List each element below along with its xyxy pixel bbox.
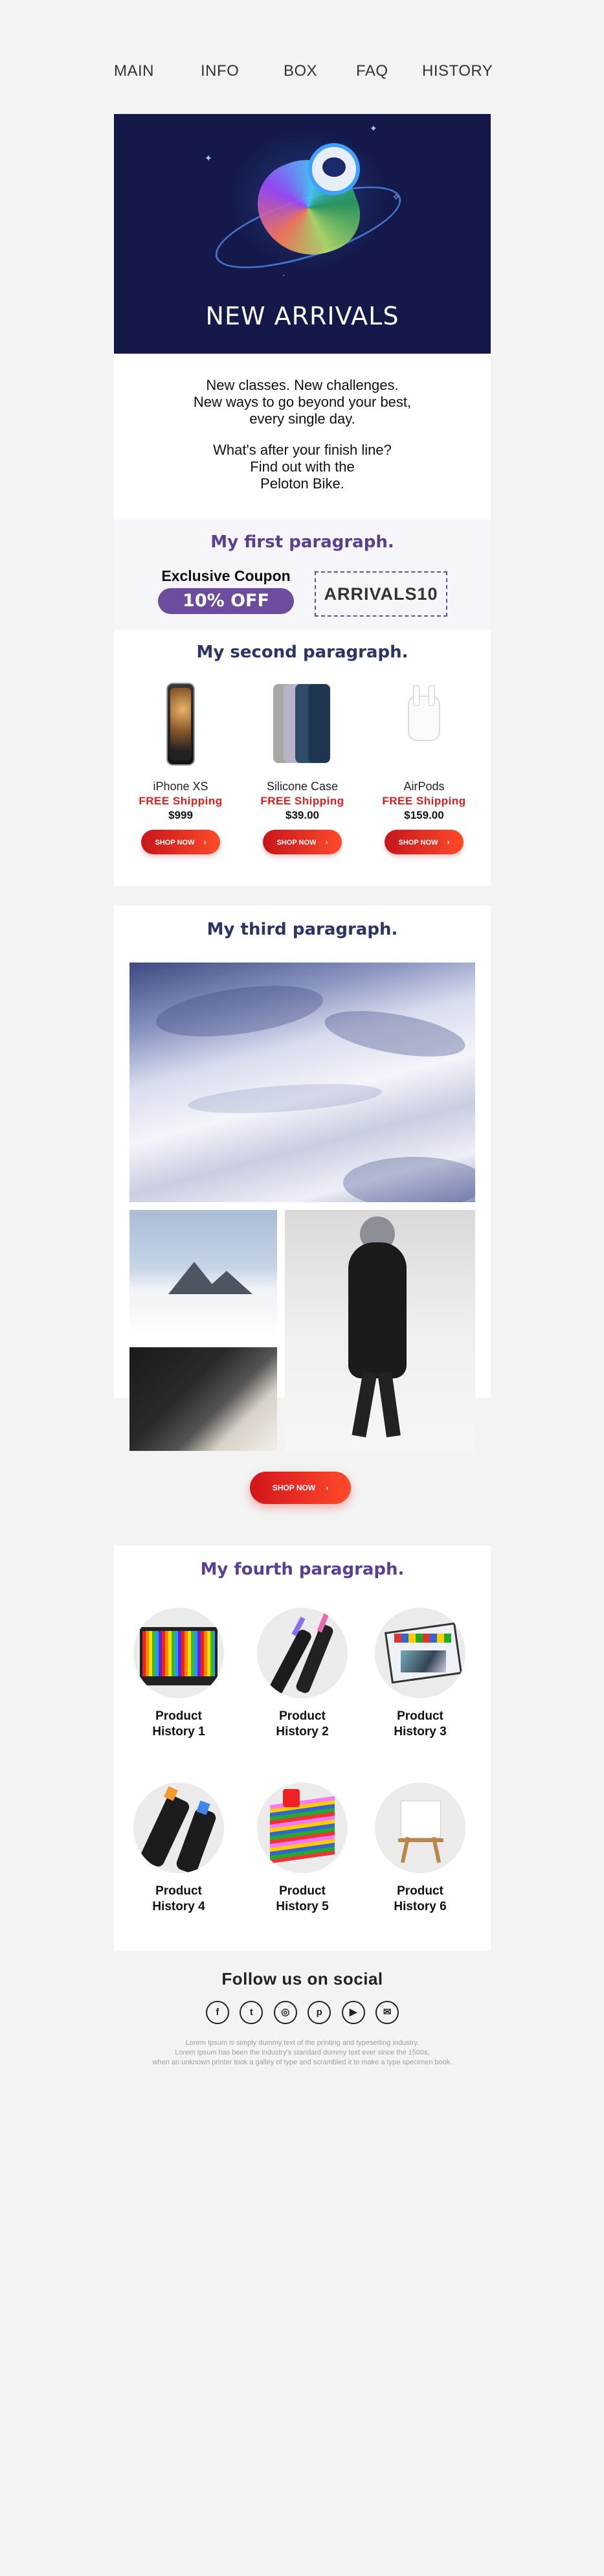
nav-history[interactable]: HISTORY: [422, 62, 493, 80]
mail-icon[interactable]: ✉: [375, 2001, 399, 2024]
product-price: $159.00: [404, 809, 444, 821]
intro-line: What's after your finish line?: [213, 442, 392, 458]
product-card: Silicone Case FREE Shipping $39.00 SHOP …: [244, 683, 361, 854]
product-shipping: FREE Shipping: [139, 795, 223, 807]
gallery-section: My third paragraph. SHOP NOW ›: [114, 906, 491, 1504]
twitter-icon[interactable]: t: [240, 2001, 263, 2024]
nav-main[interactable]: MAIN: [114, 62, 154, 80]
silicone-case-image[interactable]: [273, 683, 331, 766]
intro-line: every single day.: [249, 411, 355, 427]
coupon-section: My first paragraph. Exclusive Coupon 10%…: [114, 519, 491, 630]
section-title: My third paragraph.: [207, 920, 398, 939]
youtube-icon[interactable]: ▶: [341, 2001, 365, 2024]
intro-text: New classes. New challenges. New ways to…: [114, 354, 491, 519]
hero-banner[interactable]: ✦ ✦ ✧ · NEW ARRIVALS: [114, 114, 491, 354]
social-icons: f t ◎ p ▶ ✉: [114, 2001, 491, 2027]
history-label: History 1: [152, 1725, 205, 1738]
social-footer: Follow us on social f t ◎ p ▶ ✉ Lorem Ip…: [114, 1969, 491, 2068]
intro-line: Peloton Bike.: [260, 475, 344, 492]
star-icon: ·: [282, 269, 285, 280]
footer-text: Lorem Ipsum is simply dummy text of the …: [152, 2039, 453, 2066]
product-name: Silicone Case: [266, 780, 339, 793]
history-label: Product: [279, 1709, 326, 1723]
facebook-icon[interactable]: f: [205, 2001, 229, 2024]
history-label: Product: [279, 1884, 326, 1898]
history-label: History 5: [276, 1900, 329, 1913]
chevron-right-icon: ›: [447, 838, 450, 847]
chevron-right-icon: ›: [326, 1483, 329, 1492]
coupon-label: Exclusive Coupon: [161, 567, 291, 584]
colored-pencils-image: [133, 1608, 224, 1698]
shop-now-button[interactable]: SHOP NOW ›: [263, 830, 342, 854]
dog-photo[interactable]: [129, 1347, 277, 1451]
intro-line: New ways to go beyond your best,: [193, 394, 412, 410]
product-price: $39.00: [285, 809, 319, 821]
top-nav: MAIN INFO BOX FAQ HISTORY: [114, 62, 493, 85]
section-title: My second paragraph.: [196, 643, 408, 662]
easel-canvas-image: [375, 1783, 465, 1873]
iphone-image[interactable]: [151, 683, 210, 766]
hero-title: NEW ARRIVALS: [205, 302, 399, 330]
instagram-icon[interactable]: ◎: [273, 2001, 297, 2024]
product-shipping: FREE Shipping: [260, 795, 344, 807]
product-price: $999: [168, 809, 193, 821]
woman-in-snow-photo[interactable]: [285, 1210, 475, 1451]
shop-now-button[interactable]: SHOP NOW ›: [141, 830, 220, 854]
product-shipping: FREE Shipping: [382, 795, 466, 807]
history-label: Product: [155, 1709, 202, 1723]
product-name: AirPods: [403, 780, 445, 793]
social-title: Follow us on social: [221, 1969, 383, 1989]
section-title: My fourth paragraph.: [200, 1560, 405, 1579]
product-card: iPhone XS FREE Shipping $999 SHOP NOW ›: [122, 683, 239, 854]
history-label: History 3: [394, 1725, 447, 1738]
history-label: History 4: [152, 1900, 205, 1913]
nav-faq[interactable]: FAQ: [356, 62, 388, 80]
history-label: History 6: [394, 1900, 447, 1913]
star-icon: ✧: [392, 192, 400, 202]
product-name: iPhone XS: [153, 780, 208, 793]
star-icon: ✦: [370, 123, 377, 133]
history-label: Product: [397, 1884, 443, 1898]
shop-now-button[interactable]: SHOP NOW ›: [385, 830, 464, 854]
shop-now-button[interactable]: SHOP NOW ›: [250, 1472, 351, 1504]
chevron-right-icon: ›: [203, 838, 207, 847]
products-section: My second paragraph. iPhone XS FREE Ship…: [114, 630, 491, 886]
product-history-card[interactable]: Product History 1: [130, 1608, 227, 1740]
star-icon: ✦: [205, 153, 212, 163]
product-card: AirPods FREE Shipping $159.00 SHOP NOW ›: [366, 683, 482, 854]
snow-dunes-photo[interactable]: [129, 963, 475, 1202]
history-label: Product: [397, 1709, 443, 1723]
astronaut-icon: [308, 143, 360, 195]
snowy-mountains-photo[interactable]: [129, 1210, 277, 1339]
product-history-card[interactable]: Product History 6: [372, 1783, 469, 1915]
paint-tubes-image: [133, 1783, 224, 1873]
intro-line: New classes. New challenges.: [206, 377, 399, 393]
intro-line: Find out with the: [250, 459, 355, 475]
brush-pens-image: [257, 1608, 348, 1698]
history-section: My fourth paragraph. Product History 1 Pr…: [114, 1545, 491, 1951]
nav-box[interactable]: BOX: [284, 62, 317, 80]
history-label: Product: [155, 1884, 202, 1898]
product-history-card[interactable]: Product History 3: [372, 1608, 469, 1740]
product-history-card[interactable]: Product History 4: [130, 1783, 227, 1915]
product-history-card[interactable]: Product History 2: [254, 1608, 351, 1740]
product-history-card[interactable]: Product History 5: [254, 1783, 351, 1915]
history-label: History 2: [276, 1725, 329, 1738]
coupon-code[interactable]: ARRIVALS10: [315, 571, 447, 617]
airpods-image[interactable]: [395, 683, 453, 766]
section-title: My first paragraph.: [210, 532, 394, 552]
paper-stack-image: [257, 1783, 348, 1873]
nav-info[interactable]: INFO: [201, 62, 239, 80]
coupon-discount-badge: 10% OFF: [158, 588, 294, 614]
chevron-right-icon: ›: [325, 838, 328, 847]
paint-palette-image: [375, 1608, 465, 1698]
pinterest-icon[interactable]: p: [308, 2001, 331, 2024]
